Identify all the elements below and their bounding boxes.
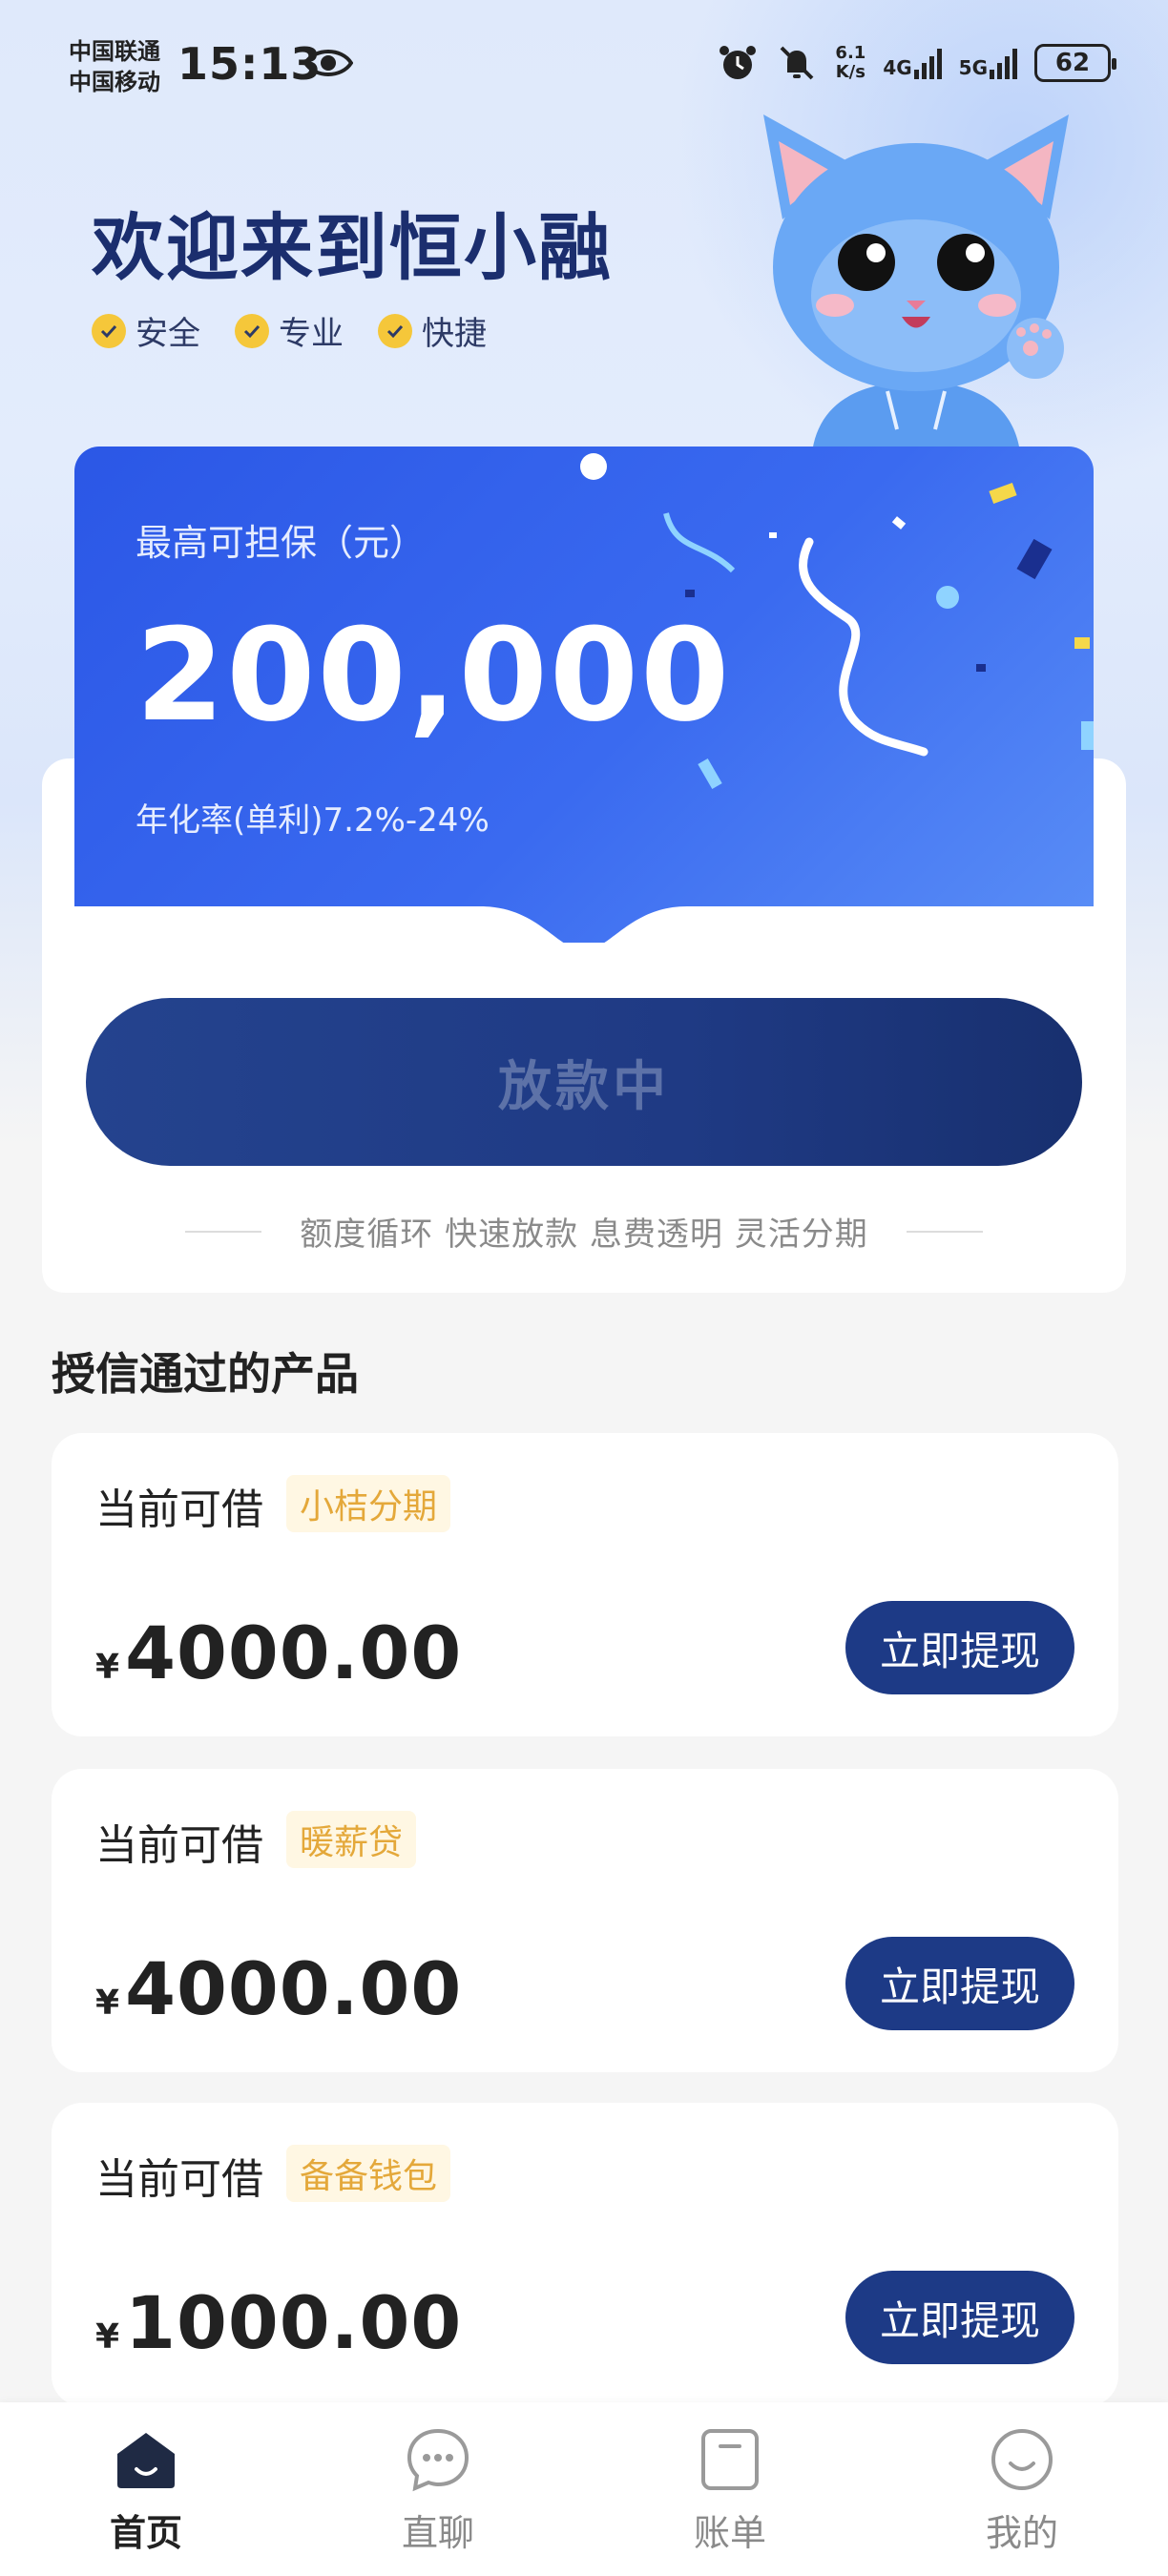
feature-list: 安全 专业 快捷 [92,307,487,354]
product-card: 当前可借 暖薪贷 ¥ 4000.00 立即提现 [52,1769,1118,2072]
currency-symbol: ¥ [95,2317,120,2357]
currency-symbol: ¥ [95,1984,120,2023]
product-label: 当前可借 [95,2155,263,2204]
withdraw-button[interactable]: 立即提现 [845,1601,1074,1694]
product-tag: 小桔分期 [286,1475,451,1532]
check-icon [92,313,126,348]
product-tag: 备备钱包 [286,2145,451,2202]
speed-unit: K/s [835,62,866,82]
product-amount: ¥ 4000.00 [95,1946,462,2031]
products-section-title: 授信通过的产品 [52,1348,359,1400]
withdraw-button[interactable]: 立即提现 [845,2271,1074,2364]
signal-bars-icon [990,47,1017,79]
welcome-title: 欢迎来到恒小融 [92,205,613,290]
withdraw-button[interactable]: 立即提现 [845,1937,1074,2030]
bottom-nav: 首页 直聊 账单 我的 [0,2402,1168,2576]
status-time: 15:13 [177,38,323,90]
alarm-icon [720,46,757,79]
signal-4g: 4G [883,47,942,79]
credit-limit-label: 最高可担保（元） [136,522,427,564]
tagline-text: 额度循环 快速放款 息费透明 灵活分期 [300,1215,868,1254]
nav-label: 账单 [693,2512,766,2554]
product-amount: ¥ 1000.00 [95,2280,462,2365]
annual-rate: 年化率(单利)7.2%-24% [136,801,490,840]
nav-label: 我的 [985,2512,1058,2554]
amount-value: 4000.00 [125,1946,463,2031]
network-type-1: 4G [883,56,912,79]
profile-icon [991,2429,1053,2490]
check-icon [235,313,269,348]
amount-value: 1000.00 [125,2280,463,2365]
mute-bell-icon [781,46,814,80]
bill-icon [701,2429,759,2490]
signal-bars-icon [913,47,942,79]
carrier-names: 中国联通 中国移动 [69,36,160,97]
product-card: 当前可借 备备钱包 ¥ 1000.00 立即提现 [52,2103,1118,2406]
nav-item-profile[interactable]: 我的 [927,2425,1117,2556]
battery-icon: 62 [1034,44,1116,82]
product-card: 当前可借 小桔分期 ¥ 4000.00 立即提现 [52,1433,1118,1736]
network-speed: 6.1 K/s [835,44,866,82]
loan-panel: 放款中 额度循环 快速放款 息费透明 灵活分期 [42,906,1126,1293]
carrier-2: 中国移动 [69,69,160,95]
nav-item-home[interactable]: 首页 [51,2425,241,2556]
nav-label: 首页 [109,2512,182,2554]
divider [185,1230,262,1233]
feature-item: 专业 [235,307,344,354]
product-label: 当前可借 [95,1821,263,1870]
product-tag: 暖薪贷 [286,1811,417,1868]
feature-label: 快捷 [422,315,487,353]
card-dot [580,453,607,480]
speed-value: 6.1 [835,43,866,63]
network-type-2: 5G [958,56,988,79]
credit-limit-card: 最高可担保（元） 200,000 年化率(单利)7.2%-24% [74,447,1094,943]
product-label: 当前可借 [95,1485,263,1534]
carrier-1: 中国联通 [69,38,160,65]
tagline-row: 额度循环 快速放款 息费透明 灵活分期 [42,1208,1126,1255]
credit-limit-amount: 200,000 [136,601,732,750]
chat-icon [407,2428,469,2492]
product-amount: ¥ 4000.00 [95,1610,462,1695]
home-icon [117,2433,175,2488]
feature-item: 快捷 [378,307,487,354]
nav-label: 直聊 [401,2512,474,2554]
currency-symbol: ¥ [95,1648,120,1687]
cat-mascot-image [763,114,1069,467]
nav-item-bill[interactable]: 账单 [635,2425,825,2556]
amount-value: 4000.00 [125,1610,463,1695]
signal-5g: 5G [959,47,1017,79]
status-icons: 6.1 K/s 4G 5G 62 [717,42,1116,84]
feature-label: 安全 [136,315,200,353]
feature-item: 安全 [92,307,200,354]
divider [906,1230,983,1233]
check-icon [378,313,412,348]
feature-label: 专业 [279,315,344,353]
nav-item-chat[interactable]: 直聊 [343,2425,533,2556]
loan-status-button[interactable]: 放款中 [86,998,1082,1166]
eye-icon [303,50,353,76]
